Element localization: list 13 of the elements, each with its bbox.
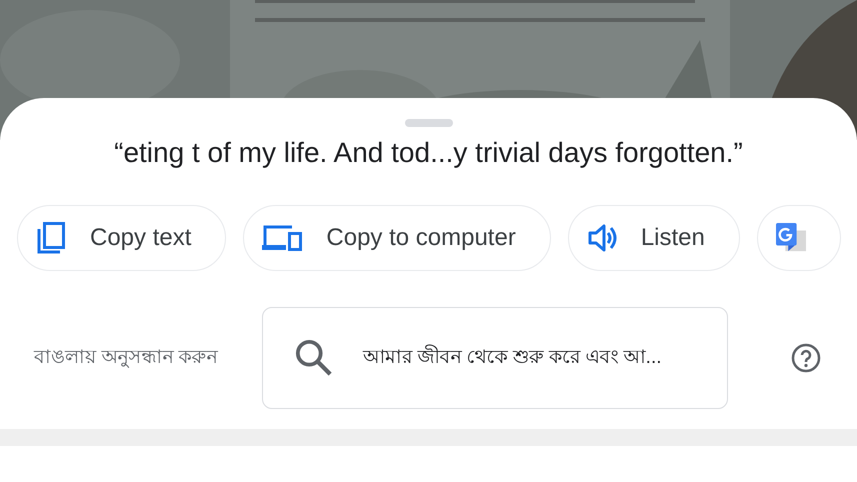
search-language-label: বাঙলায় অনুসন্ধান করুন bbox=[34, 346, 220, 370]
speaker-icon bbox=[586, 222, 617, 254]
quote-text: “eting t of my life. And tod...y trivial days forgotten.” bbox=[114, 137, 743, 169]
search-icon bbox=[295, 339, 333, 377]
action-chip[interactable]: Listen bbox=[568, 205, 740, 271]
action-chip[interactable]: Copy to computer bbox=[243, 205, 551, 271]
drag-handle[interactable] bbox=[404, 119, 452, 127]
translate-icon bbox=[776, 222, 806, 254]
search-field[interactable]: আমার জীবন থেকে শুরু করে এবং আ... bbox=[262, 307, 728, 409]
devices-icon bbox=[262, 225, 302, 251]
action-chip[interactable]: Copy text bbox=[17, 205, 226, 271]
copy-icon bbox=[36, 222, 66, 254]
help-icon[interactable] bbox=[791, 343, 821, 373]
